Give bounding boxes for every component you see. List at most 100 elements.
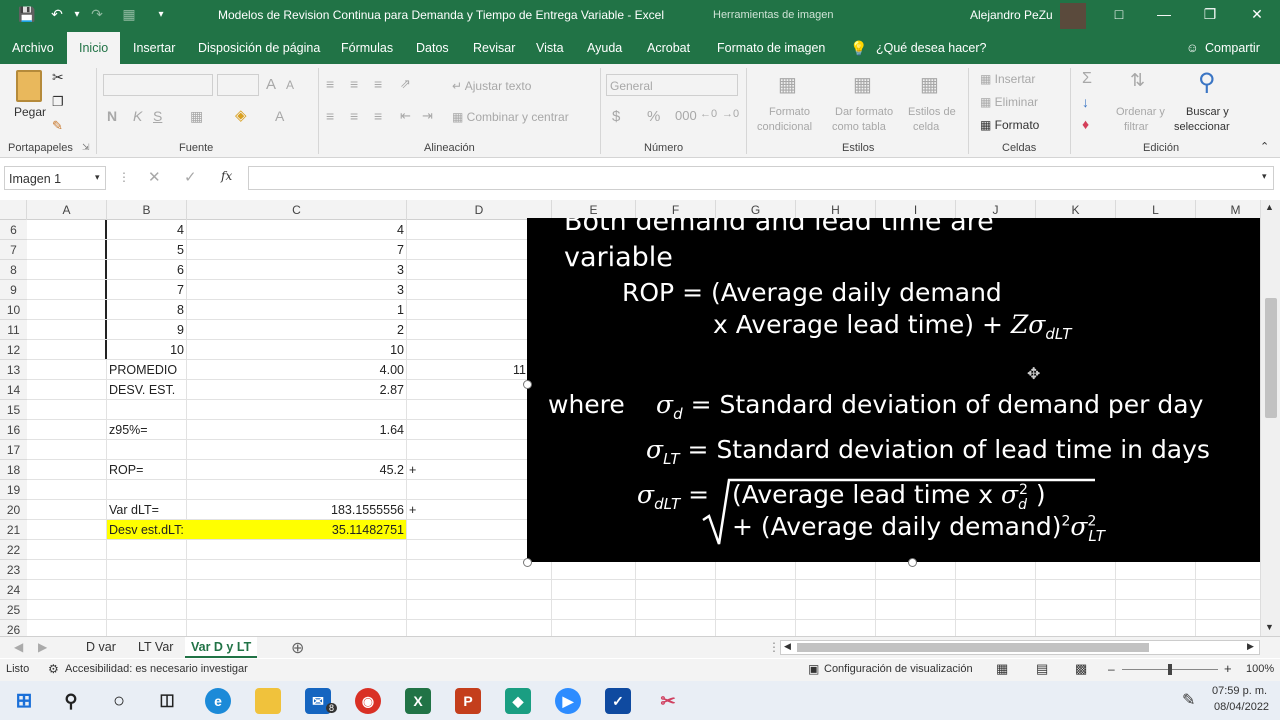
cell-d[interactable]: 11 <box>500 360 526 380</box>
dialog-launcher-icon[interactable]: ⇲ <box>82 142 90 153</box>
close-icon[interactable]: ✕ <box>1246 6 1268 23</box>
cell-b[interactable]: 9 <box>107 320 184 340</box>
sort-filter-label-1[interactable]: Ordenar y <box>1116 106 1165 118</box>
copy-icon[interactable]: ❐ <box>52 94 64 110</box>
name-box[interactable]: Imagen 1 ▾ <box>4 166 106 190</box>
cell-c[interactable]: 1 <box>187 300 404 320</box>
cell-b[interactable]: 7 <box>107 280 184 300</box>
tab-formato-imagen[interactable]: Formato de imagen <box>717 32 825 64</box>
cell-b[interactable]: 8 <box>107 300 184 320</box>
decrease-decimal-icon[interactable]: →0 <box>722 108 739 120</box>
zoom-in-icon[interactable]: + <box>1224 661 1232 676</box>
restore-icon[interactable]: ❐ <box>1199 6 1221 23</box>
cell-b[interactable]: 6 <box>107 260 184 280</box>
cell-c[interactable]: 10 <box>187 340 404 360</box>
zoom-slider-thumb[interactable] <box>1168 664 1172 675</box>
column-header[interactable]: I <box>876 200 956 220</box>
task-view-icon[interactable]: ◫ <box>154 688 180 714</box>
resize-handle[interactable] <box>523 558 532 567</box>
user-name[interactable]: Alejandro PeZu <box>970 8 1053 22</box>
underline-button[interactable]: S <box>153 108 162 124</box>
tab-datos[interactable]: Datos <box>416 32 449 64</box>
next-sheet-icon[interactable]: ▶ <box>38 640 47 654</box>
vertical-scrollbar[interactable]: ▲ ▼ <box>1260 200 1280 636</box>
cell-b[interactable] <box>109 400 186 420</box>
row-header[interactable]: 9 <box>0 280 27 300</box>
cell-c[interactable]: 3 <box>187 260 404 280</box>
insert-cells-button[interactable]: ▦ Insertar <box>980 72 1035 86</box>
cell-b[interactable] <box>109 480 186 500</box>
row-header[interactable]: 17 <box>0 440 27 460</box>
scroll-thumb[interactable] <box>1265 298 1277 418</box>
conditional-format-label-1[interactable]: Formato <box>769 106 810 118</box>
page-layout-icon[interactable]: ▤ <box>1036 661 1048 677</box>
column-header[interactable]: K <box>1036 200 1116 220</box>
decrease-indent-icon[interactable]: ⇤ <box>400 108 411 124</box>
cell-b[interactable]: 5 <box>107 240 184 260</box>
column-header[interactable]: E <box>552 200 636 220</box>
cortana-icon[interactable]: ○ <box>106 688 132 714</box>
cell-b[interactable]: ROP= <box>109 460 186 480</box>
sort-filter-icon[interactable]: ⇅ <box>1130 70 1145 91</box>
app-icon[interactable]: ◆ <box>505 688 531 714</box>
tab-inicio[interactable]: Inicio <box>67 32 121 64</box>
tab-formulas[interactable]: Fórmulas <box>341 32 393 64</box>
autosum-icon[interactable]: Σ <box>1082 70 1092 88</box>
tab-ayuda[interactable]: Ayuda <box>587 32 622 64</box>
zoom-level[interactable]: 100% <box>1246 663 1274 675</box>
row-header[interactable]: 16 <box>0 420 27 440</box>
cell-b[interactable]: 4 <box>107 220 184 240</box>
snip-icon[interactable]: ✂ <box>655 688 681 714</box>
quick-access-icon[interactable]: ▦ <box>118 6 140 23</box>
cell-b[interactable]: DESV. EST. <box>109 380 186 400</box>
avatar[interactable] <box>1060 3 1086 29</box>
scroll-thumb[interactable] <box>797 643 1149 652</box>
cell-b[interactable] <box>109 600 186 620</box>
comma-icon[interactable]: 000 <box>675 108 697 123</box>
cell-c[interactable]: 7 <box>187 240 404 260</box>
paste-button[interactable]: Pegar <box>14 105 46 119</box>
whiteboard-icon[interactable]: ✓ <box>605 688 631 714</box>
row-header[interactable]: 13 <box>0 360 27 380</box>
cell-c[interactable]: 35.11482751 <box>187 520 404 540</box>
row-header[interactable]: 19 <box>0 480 27 500</box>
scroll-up-icon[interactable]: ▲ <box>1265 202 1274 212</box>
column-header[interactable]: F <box>636 200 716 220</box>
align-left-icon[interactable]: ≡ <box>326 108 334 124</box>
edge-icon[interactable]: e <box>205 688 231 714</box>
cell-d[interactable]: + <box>409 500 429 520</box>
tell-me-search[interactable]: ¿Qué desea hacer? <box>876 32 987 64</box>
increase-indent-icon[interactable]: ⇥ <box>422 108 433 124</box>
row-header[interactable]: 15 <box>0 400 27 420</box>
align-right-icon[interactable]: ≡ <box>374 108 382 124</box>
search-icon[interactable]: ⚲ <box>58 688 84 714</box>
row-header[interactable]: 18 <box>0 460 27 480</box>
cell-b[interactable] <box>109 440 186 460</box>
column-header[interactable]: C <box>187 200 407 220</box>
cell-b[interactable] <box>109 560 186 580</box>
cell-b[interactable]: PROMEDIO <box>109 360 186 380</box>
row-header[interactable]: 10 <box>0 300 27 320</box>
tab-insertar[interactable]: Insertar <box>133 32 175 64</box>
search-icon[interactable]: ⚲ <box>1198 68 1216 97</box>
table-format-label-1[interactable]: Dar formato <box>835 106 893 118</box>
percent-icon[interactable]: % <box>647 108 660 125</box>
tab-archivo[interactable]: Archivo <box>12 32 54 64</box>
conditional-format-icon[interactable]: ▦ <box>778 72 797 97</box>
display-settings[interactable]: Configuración de visualización <box>824 663 973 675</box>
table-format-icon[interactable]: ▦ <box>853 72 872 97</box>
cell-d[interactable]: + <box>409 460 429 480</box>
cell-c[interactable]: 2.87 <box>187 380 404 400</box>
customize-qat-icon[interactable]: ▾ <box>150 9 172 20</box>
windows-start-icon[interactable]: ⊞ <box>11 688 37 714</box>
row-header[interactable]: 12 <box>0 340 27 360</box>
format-cells-button[interactable]: ▦ Formato <box>980 118 1039 132</box>
accessibility-status[interactable]: Accesibilidad: es necesario investigar <box>65 663 248 675</box>
cell-b[interactable]: Desv est.dLT: <box>109 520 186 540</box>
zoom-out-icon[interactable]: – <box>1108 662 1115 676</box>
insert-function-icon[interactable]: fx <box>221 169 232 183</box>
cell-b[interactable]: Var dLT= <box>109 500 186 520</box>
increase-decimal-icon[interactable]: ←0 <box>700 108 717 120</box>
decrease-font-icon[interactable]: A <box>286 78 294 92</box>
cell-c[interactable] <box>187 480 404 500</box>
